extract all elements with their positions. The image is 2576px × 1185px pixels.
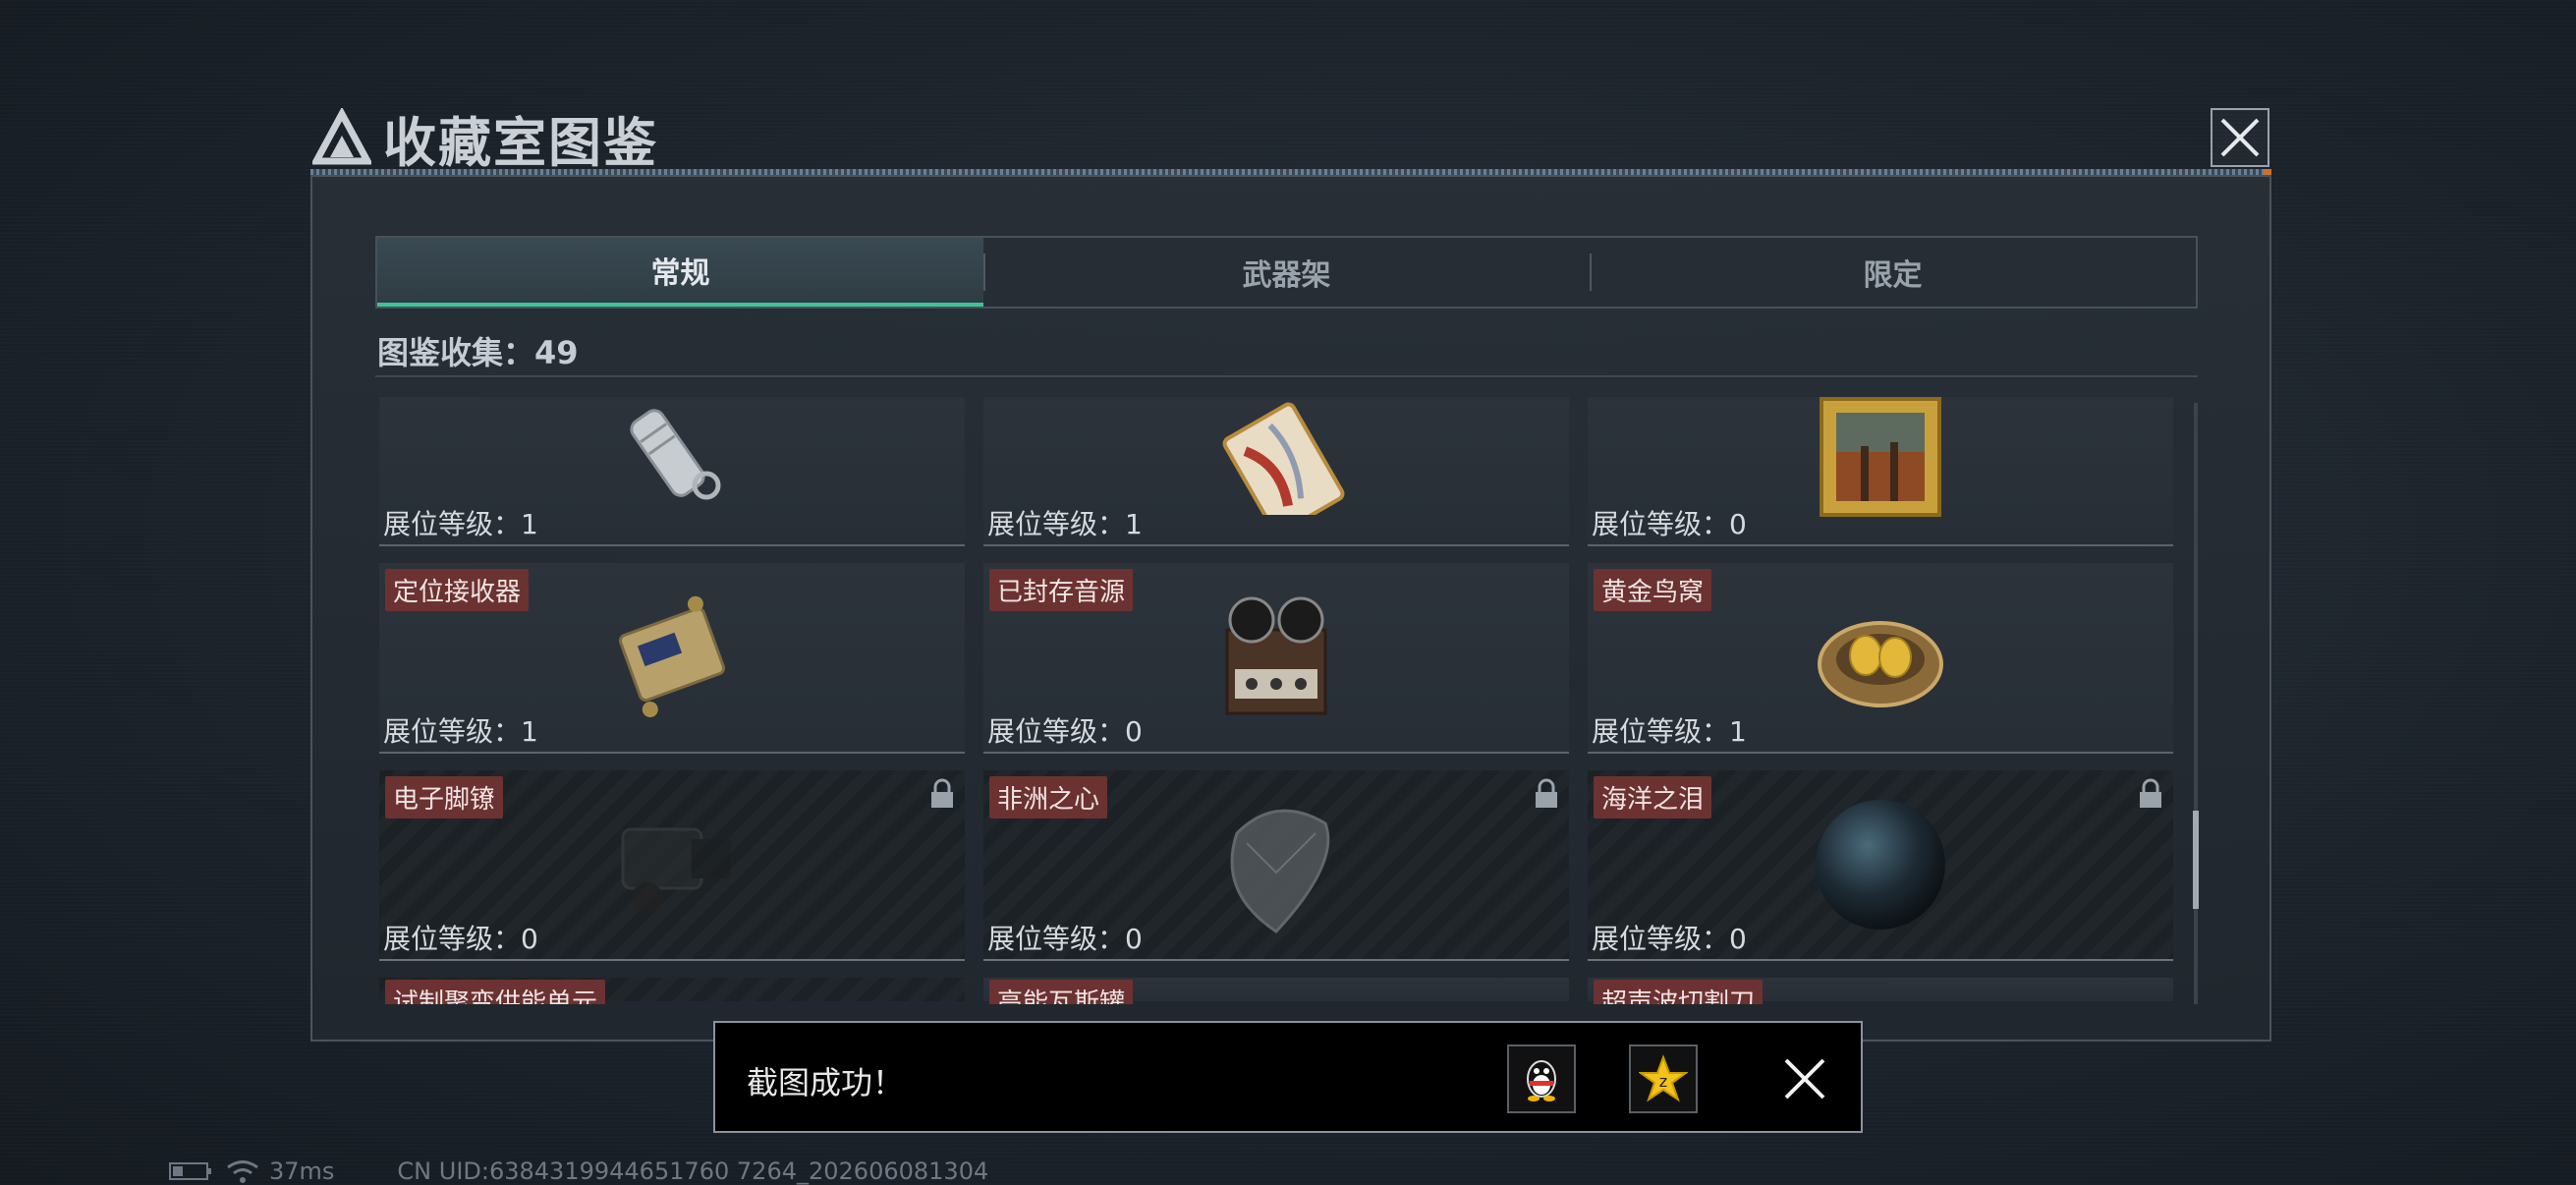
electronic-anklet-icon [621,827,731,914]
ornate-card-icon [1222,402,1345,515]
item-name-tag: 非洲之心 [989,776,1108,818]
svg-text:z: z [1659,1072,1667,1091]
item-card-partial[interactable]: 超声波切割刀 [1588,978,2173,1004]
divider [375,375,2198,377]
booth-level: 展位等级：1 [383,508,538,540]
item-card-partial[interactable]: 高能瓦斯罐 [983,978,1569,1004]
item-card-locked[interactable]: 电子脚镣 展位等级：0 [379,770,965,961]
toast-close-icon[interactable] [1782,1056,1827,1101]
share-qzone-button[interactable]: z [1629,1044,1698,1113]
tab-weapon-rack[interactable]: 武器架 [983,238,1590,307]
wifi-icon [227,1160,258,1183]
window-header: 收藏室图鉴 [312,98,658,177]
item-card-partial[interactable]: 试制聚变供能单元 [379,978,965,1004]
booth-level: 展位等级：0 [987,715,1143,748]
booth-level: 展位等级：0 [1592,923,1747,955]
share-qq-button[interactable] [1507,1044,1576,1113]
item-name-tag: 高能瓦斯罐 [989,980,1134,1004]
reel-recorder-icon [1225,596,1327,715]
tab-regular[interactable]: 常规 [377,238,983,307]
item-name-tag: 黄金鸟窝 [1594,569,1712,611]
user-uid: CN UID:6384319944651760 7264_20260608130… [397,1157,989,1185]
tab-bar: 常规 武器架 限定 [375,236,2198,309]
booth-level: 展位等级：0 [987,923,1143,955]
scrollbar-track[interactable] [2194,403,2198,1004]
flashlight-keychain-icon [630,409,721,500]
battery-icon [169,1162,211,1180]
item-name-tag: 海洋之泪 [1594,776,1712,818]
item-name-tag: 超声波切割刀 [1594,980,1764,1004]
delta-logo-icon [312,108,371,165]
lock-icon [931,778,953,808]
item-card[interactable]: 已封存音源 展位等级：0 [983,563,1569,754]
screenshot-toast: 截图成功！ z [713,1021,1863,1133]
toast-message: 截图成功！ [747,1064,905,1101]
booth-level: 展位等级：0 [383,923,538,955]
lock-icon [1536,778,1557,808]
booth-level: 展位等级：1 [383,715,538,748]
qzone-star-icon: z [1639,1054,1688,1102]
status-bar: 37ms CN UID:6384319944651760 7264_202606… [169,1157,988,1185]
item-name-tag: 电子脚镣 [385,776,504,818]
collection-count: 图鉴收集：49 [377,334,579,371]
item-card-locked[interactable]: 非洲之心 展位等级：0 [983,770,1569,961]
item-grid: 展位等级：1 展位等级：1 展位等级：0 定位接收器 展位等级：1 已封存音源 … [379,397,2177,1004]
item-name-tag: 定位接收器 [385,569,530,611]
ping-readout: 37ms [269,1157,335,1185]
locator-receiver-icon [618,595,726,717]
close-button[interactable] [2211,108,2269,167]
close-icon [2220,118,2260,157]
tab-limited[interactable]: 限定 [1590,238,2196,307]
pearl-icon [1816,800,1945,930]
diamond-icon [1230,809,1330,933]
item-card[interactable]: 黄金鸟窝 展位等级：1 [1588,563,2173,754]
lock-icon [2140,778,2161,808]
item-name-tag: 试制聚变供能单元 [385,980,606,1004]
golden-nest-icon [1818,621,1943,707]
booth-level: 展位等级：1 [1592,715,1747,748]
item-card[interactable]: 定位接收器 展位等级：1 [379,563,965,754]
item-card-locked[interactable]: 海洋之泪 展位等级：0 [1588,770,2173,961]
item-card[interactable]: 展位等级：1 [379,397,965,546]
item-name-tag: 已封存音源 [989,569,1134,611]
qq-penguin-icon [1527,1060,1556,1101]
scrollbar-thumb[interactable] [2193,811,2199,909]
item-card[interactable]: 展位等级：1 [983,397,1569,546]
page-title: 收藏室图鉴 [383,111,658,174]
item-grid-viewport[interactable]: 展位等级：1 展位等级：1 展位等级：0 定位接收器 展位等级：1 已封存音源 … [375,397,2183,1004]
item-card[interactable]: 展位等级：0 [1588,397,2173,546]
booth-level: 展位等级：0 [1592,508,1747,540]
framed-painting-icon [1820,397,1941,517]
booth-level: 展位等级：1 [987,508,1143,540]
